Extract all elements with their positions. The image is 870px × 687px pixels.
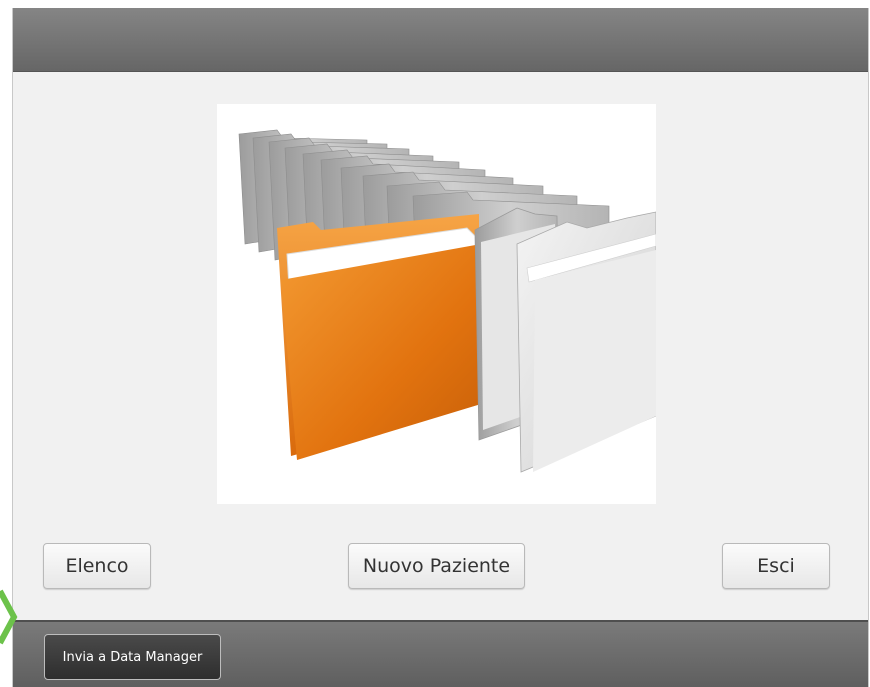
white-folder: [516, 211, 657, 473]
main-content: Elenco Nuovo Paziente Esci: [13, 72, 868, 620]
footer-bar: Invia a Data Manager: [13, 620, 868, 687]
exit-button[interactable]: Esci: [722, 543, 830, 589]
new-patient-button[interactable]: Nuovo Paziente: [348, 543, 525, 589]
list-button[interactable]: Elenco: [43, 543, 151, 589]
orange-folder: [277, 214, 481, 460]
green-pointer-arrow-icon: [0, 589, 18, 645]
header-bar: [13, 8, 868, 72]
folders-illustration-icon: [217, 104, 657, 504]
send-to-data-manager-button[interactable]: Invia a Data Manager: [44, 634, 221, 680]
app-window: Elenco Nuovo Paziente Esci Invia a Data …: [12, 8, 869, 687]
